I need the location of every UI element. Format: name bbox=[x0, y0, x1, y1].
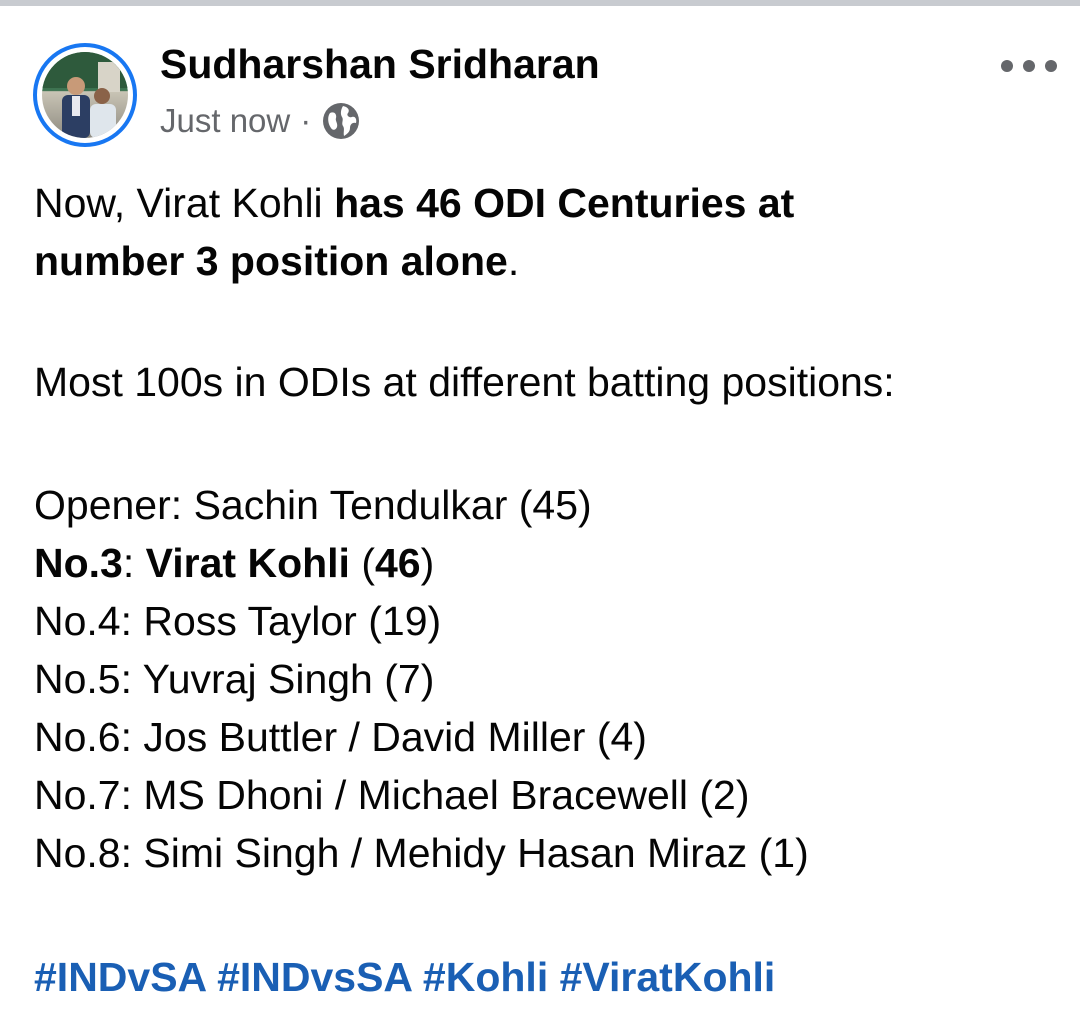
century-count: 2 bbox=[713, 772, 736, 818]
century-count: 19 bbox=[381, 598, 428, 644]
batting-position: No.6 bbox=[34, 714, 121, 760]
dot-icon bbox=[1023, 60, 1035, 72]
batting-position: No.8 bbox=[34, 830, 121, 876]
list-item: No.6: Jos Buttler / David Miller (4) bbox=[34, 714, 647, 760]
hashtag-link[interactable]: #INDvSA bbox=[34, 954, 206, 1000]
player-name: Yuvraj Singh bbox=[142, 656, 373, 702]
globe-icon[interactable] bbox=[321, 101, 361, 141]
batting-position: Opener bbox=[34, 482, 171, 528]
century-count: 45 bbox=[532, 482, 579, 528]
dot-icon bbox=[1045, 60, 1057, 72]
facebook-post: Sudharshan Sridharan Just now · Now, Vir… bbox=[0, 6, 1080, 1019]
player-name: Sachin Tendulkar bbox=[193, 482, 508, 528]
century-count: 46 bbox=[374, 540, 421, 586]
centuries-list: Opener: Sachin Tendulkar (45) No.3: Virat… bbox=[34, 476, 1054, 882]
list-heading: Most 100s in ODIs at different batting p… bbox=[34, 359, 895, 405]
more-options-icon[interactable] bbox=[1001, 51, 1057, 81]
list-item: No.8: Simi Singh / Mehidy Hasan Miraz (1… bbox=[34, 830, 809, 876]
dot-icon bbox=[1001, 60, 1013, 72]
player-name: Jos Buttler / David Miller bbox=[143, 714, 586, 760]
post-meta: Just now · bbox=[160, 98, 361, 144]
batting-position: No.4 bbox=[34, 598, 121, 644]
intro-bold-2: number 3 position alone bbox=[34, 238, 508, 284]
batting-position: No.5 bbox=[34, 656, 121, 702]
list-item: No.3: Virat Kohli (46) bbox=[34, 540, 435, 586]
hashtag-link[interactable]: #INDvsSA bbox=[217, 954, 411, 1000]
list-item: No.4: Ross Taylor (19) bbox=[34, 598, 442, 644]
player-name: MS Dhoni / Michael Bracewell bbox=[143, 772, 688, 818]
batting-position: No.7 bbox=[34, 772, 121, 818]
century-count: 7 bbox=[397, 656, 421, 702]
century-count: 1 bbox=[772, 830, 796, 876]
list-item: No.5: Yuvraj Singh (7) bbox=[34, 656, 435, 702]
century-count: 4 bbox=[610, 714, 634, 760]
player-name: Virat Kohli bbox=[145, 540, 350, 586]
list-item: Opener: Sachin Tendulkar (45) bbox=[34, 482, 592, 528]
intro-line-1: Now, Virat Kohli has 46 ODI Centuries at bbox=[34, 180, 795, 226]
post-timestamp[interactable]: Just now bbox=[160, 102, 290, 140]
hashtag-row: #INDvSA #INDvsSA #Kohli #ViratKohli bbox=[34, 948, 775, 1006]
batting-position: No.3 bbox=[34, 540, 123, 586]
post-text: Now, Virat Kohli has 46 ODI Centuries at… bbox=[34, 174, 1054, 876]
profile-avatar[interactable] bbox=[33, 43, 137, 147]
intro-line-2: number 3 position alone. bbox=[34, 238, 520, 284]
player-name: Simi Singh / Mehidy Hasan Miraz bbox=[143, 830, 748, 876]
avatar-photo bbox=[42, 52, 128, 138]
hashtag-link[interactable]: #Kohli bbox=[423, 954, 548, 1000]
author-name[interactable]: Sudharshan Sridharan bbox=[160, 41, 600, 88]
intro-bold-1: has 46 ODI Centuries at bbox=[334, 180, 795, 226]
list-item: No.7: MS Dhoni / Michael Bracewell (2) bbox=[34, 772, 750, 818]
meta-separator: · bbox=[300, 102, 312, 139]
player-name: Ross Taylor bbox=[143, 598, 357, 644]
hashtag-link[interactable]: #ViratKohli bbox=[560, 954, 776, 1000]
